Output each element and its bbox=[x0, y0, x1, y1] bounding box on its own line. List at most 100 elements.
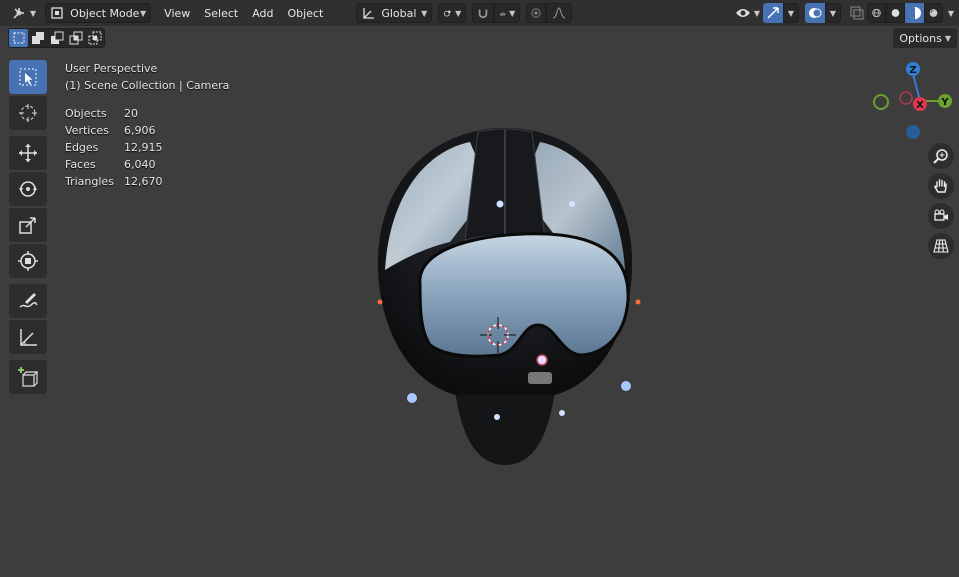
xray-icon bbox=[850, 6, 864, 20]
tool-select-box[interactable] bbox=[9, 60, 47, 94]
overlays-dropdown[interactable]: ▼ bbox=[825, 3, 841, 23]
cursor-icon bbox=[19, 104, 37, 122]
gizmo-neg-y[interactable] bbox=[873, 94, 889, 110]
tool-transform[interactable] bbox=[9, 244, 47, 278]
stat-value: 12,670 bbox=[124, 175, 163, 188]
scale-icon bbox=[19, 217, 36, 234]
gizmo-toggle[interactable] bbox=[763, 3, 783, 23]
stat-row: Vertices 6,906 bbox=[65, 122, 229, 139]
shading-material-preview[interactable] bbox=[905, 3, 924, 23]
transform-orientation-dropdown[interactable]: Global ▼ bbox=[356, 3, 433, 23]
ortho-grid-icon bbox=[933, 239, 949, 253]
stat-value: 20 bbox=[124, 107, 138, 120]
snap-target-dropdown[interactable]: ▼ bbox=[494, 3, 521, 23]
stat-label: Faces bbox=[65, 158, 96, 171]
add-cube-icon bbox=[18, 367, 39, 387]
helmet-model[interactable] bbox=[360, 120, 650, 470]
select-new-icon bbox=[13, 32, 24, 44]
shading-rendered[interactable] bbox=[924, 3, 943, 23]
tool-annotate[interactable] bbox=[9, 284, 47, 318]
select-extend-button[interactable] bbox=[28, 29, 47, 47]
editor-type-button[interactable]: ▼ bbox=[8, 3, 39, 23]
select-new-button[interactable] bbox=[9, 29, 28, 47]
options-dropdown[interactable]: Options ▼ bbox=[893, 28, 957, 48]
menu-add[interactable]: Add bbox=[245, 3, 280, 23]
pan-hand-icon bbox=[934, 179, 947, 193]
orientation-label: Global bbox=[381, 6, 417, 20]
stat-value: 12,915 bbox=[124, 141, 163, 154]
ortho-toggle-button[interactable] bbox=[928, 233, 954, 259]
zoom-icon bbox=[933, 149, 948, 164]
wireframe-sphere-icon bbox=[872, 8, 881, 18]
perspective-label: User Perspective bbox=[65, 62, 158, 75]
mode-dropdown[interactable]: Object Mode ▼ bbox=[45, 3, 152, 23]
select-intersect-button[interactable] bbox=[85, 29, 104, 47]
navigation-gizmo[interactable]: Z Y X bbox=[868, 58, 958, 148]
chevron-down-icon: ▼ bbox=[509, 8, 516, 18]
shading-solid[interactable] bbox=[886, 3, 905, 23]
pan-button[interactable] bbox=[928, 173, 954, 199]
tool-move[interactable] bbox=[9, 136, 47, 170]
transform-icon bbox=[18, 251, 38, 271]
tool-measure[interactable] bbox=[9, 320, 47, 354]
select-intersect-icon bbox=[88, 31, 101, 45]
gizmo-z-label: Z bbox=[909, 65, 916, 76]
gizmo-neg-x[interactable] bbox=[899, 91, 913, 105]
annotate-icon bbox=[19, 293, 38, 308]
eye-icon bbox=[735, 9, 750, 17]
chevron-down-icon: ▼ bbox=[421, 8, 428, 18]
zoom-button[interactable] bbox=[928, 143, 954, 169]
snap-increment-icon bbox=[500, 12, 506, 16]
gizmo-dropdown[interactable]: ▼ bbox=[783, 3, 799, 23]
stat-row: Faces 6,040 bbox=[65, 156, 229, 173]
select-subtract-button[interactable] bbox=[47, 29, 66, 47]
menu-select[interactable]: Select bbox=[197, 3, 245, 23]
chevron-down-icon: ▼ bbox=[947, 8, 955, 18]
chevron-down-icon: ▼ bbox=[753, 8, 760, 18]
gizmo-icon bbox=[767, 7, 779, 19]
stat-row: Edges 12,915 bbox=[65, 139, 229, 156]
overlays-toggle[interactable] bbox=[805, 3, 825, 23]
menu-object[interactable]: Object bbox=[281, 3, 331, 23]
stat-value: 6,040 bbox=[124, 158, 156, 171]
proportional-falloff-dropdown[interactable] bbox=[546, 3, 573, 23]
camera-view-button[interactable] bbox=[928, 203, 954, 229]
tool-add-cube[interactable] bbox=[9, 360, 47, 394]
gizmo-y-label: Y bbox=[940, 97, 949, 108]
scene-statistics: Objects 20 Vertices 6,906 Edges 12,915 Face… bbox=[65, 105, 229, 190]
chevron-down-icon: ▼ bbox=[30, 8, 37, 18]
helmet-chin bbox=[455, 390, 555, 465]
chevron-down-icon: ▼ bbox=[829, 8, 837, 18]
stat-row: Objects 20 bbox=[65, 105, 229, 122]
snap-toggle[interactable] bbox=[472, 3, 495, 23]
tool-cursor[interactable] bbox=[9, 96, 47, 130]
select-extend-icon bbox=[31, 32, 44, 44]
magnet-icon bbox=[479, 9, 488, 19]
chevron-down-icon: ▼ bbox=[787, 8, 795, 18]
gizmo-neg-z[interactable] bbox=[906, 125, 920, 139]
shading-options-dropdown[interactable]: ▼ bbox=[943, 3, 959, 23]
move-icon bbox=[19, 144, 37, 162]
stat-label: Triangles bbox=[65, 175, 114, 188]
select-box-icon bbox=[19, 68, 37, 86]
falloff-curve-icon bbox=[553, 7, 566, 19]
menu-view[interactable]: View bbox=[157, 3, 197, 23]
pivot-point-dropdown[interactable]: ▼ bbox=[438, 3, 467, 23]
viewport-info-overlay: User Perspective (1) Scene Collection | … bbox=[65, 60, 229, 190]
stat-label: Edges bbox=[65, 141, 99, 154]
xray-toggle[interactable] bbox=[847, 3, 867, 23]
pivot-icon bbox=[444, 10, 451, 17]
shading-wireframe[interactable] bbox=[867, 3, 886, 23]
chevron-down-icon: ▼ bbox=[944, 33, 951, 43]
tool-rotate[interactable] bbox=[9, 172, 47, 206]
tool-shelf bbox=[9, 60, 47, 396]
orientation-icon bbox=[363, 8, 375, 19]
select-invert-button[interactable] bbox=[66, 29, 85, 47]
rotate-icon bbox=[19, 181, 37, 197]
stat-label: Vertices bbox=[65, 124, 109, 137]
proportional-edit-toggle[interactable] bbox=[526, 3, 547, 23]
overlays-icon bbox=[809, 8, 822, 18]
select-subtract-icon bbox=[50, 31, 63, 44]
visibility-dropdown[interactable]: ▼ bbox=[732, 3, 763, 23]
tool-scale[interactable] bbox=[9, 208, 47, 242]
